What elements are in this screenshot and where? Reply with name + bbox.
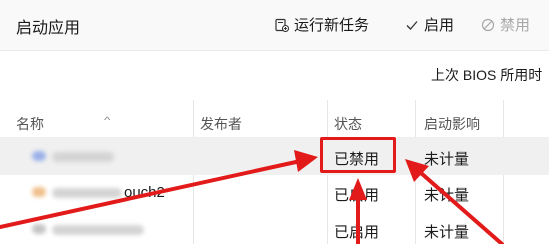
arrow-bottom: [349, 178, 367, 244]
arrow-right: [405, 159, 504, 244]
arrow-left: [0, 150, 318, 229]
annotation-arrows: [0, 150, 504, 244]
